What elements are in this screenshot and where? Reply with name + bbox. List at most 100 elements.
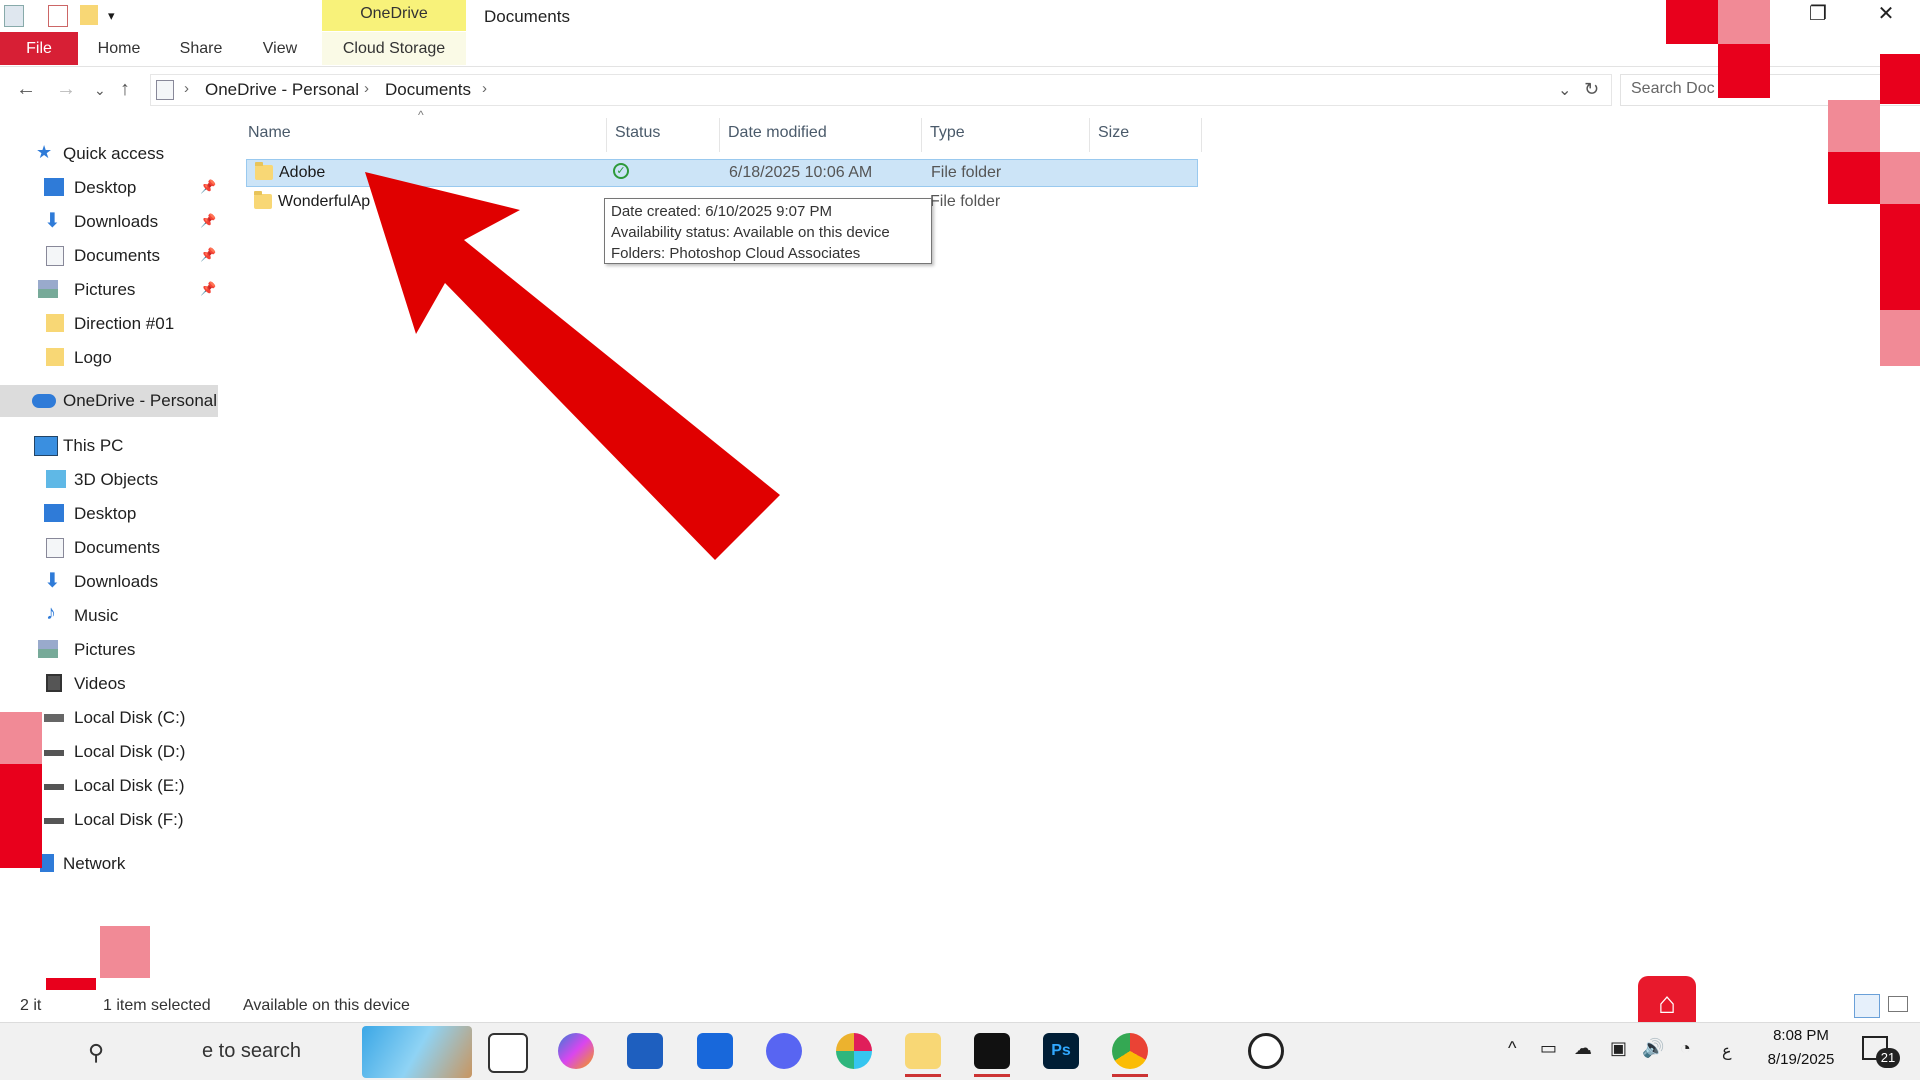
- pixel-decoration: [0, 712, 42, 764]
- network-icon: [40, 854, 54, 872]
- nav-pc-pictures[interactable]: Pictures: [0, 634, 218, 666]
- pixel-decoration: [100, 926, 150, 978]
- meet-now-icon[interactable]: ▣: [1610, 1038, 1627, 1059]
- folder-icon: [254, 191, 272, 209]
- nav-pc-desktop[interactable]: Desktop: [0, 498, 218, 530]
- column-header-status[interactable]: Status: [615, 118, 715, 148]
- pixel-decoration: [1828, 100, 1880, 152]
- tray-app-icon[interactable]: ▭: [1540, 1038, 1557, 1059]
- copilot-icon[interactable]: [558, 1033, 594, 1069]
- nav-pc-music[interactable]: ♪ Music: [0, 600, 218, 632]
- recent-locations-chevron-icon[interactable]: ⌄: [94, 82, 106, 99]
- nav-this-pc[interactable]: This PC: [0, 430, 218, 462]
- refresh-icon[interactable]: ↻: [1584, 79, 1599, 100]
- taskbar-search-box[interactable]: e to search: [202, 1040, 301, 1063]
- nav-quick-downloads[interactable]: ⬇ Downloads 📌: [0, 206, 218, 238]
- nav-label: This PC: [63, 436, 124, 455]
- column-header-type[interactable]: Type: [930, 118, 1080, 148]
- properties-icon[interactable]: [48, 5, 68, 27]
- column-header-date-modified[interactable]: Date modified: [728, 118, 918, 148]
- breadcrumb-onedrive[interactable]: OneDrive - Personal: [205, 80, 359, 100]
- chrome-icon[interactable]: [1112, 1033, 1148, 1077]
- tab-file[interactable]: File: [0, 32, 78, 65]
- column-divider[interactable]: [1201, 118, 1202, 152]
- search-icon[interactable]: ⚲: [88, 1040, 104, 1066]
- volume-icon[interactable]: 🔊: [1642, 1038, 1664, 1059]
- file-explorer-icon[interactable]: [905, 1033, 941, 1077]
- tab-cloud-storage[interactable]: Cloud Storage: [322, 32, 466, 65]
- title-bar: [0, 0, 1920, 32]
- column-divider[interactable]: [719, 118, 720, 152]
- nav-pc-3d-objects[interactable]: 3D Objects: [0, 464, 218, 496]
- show-hidden-icons-chevron-icon[interactable]: ^: [1508, 1038, 1516, 1059]
- nav-quick-direction-01[interactable]: Direction #01: [0, 308, 218, 340]
- tab-home[interactable]: Home: [88, 32, 150, 65]
- microsoft-store-icon[interactable]: [627, 1033, 663, 1069]
- column-divider[interactable]: [1089, 118, 1090, 152]
- desktop-icon: [44, 178, 64, 196]
- trello-icon[interactable]: [697, 1033, 733, 1069]
- nav-label: Logo: [74, 348, 112, 367]
- music-note-icon: ♪: [46, 602, 56, 624]
- up-arrow-icon[interactable]: ↑: [120, 78, 130, 101]
- file-name[interactable]: Adobe: [279, 164, 325, 182]
- breadcrumb-documents[interactable]: Documents: [385, 80, 471, 100]
- address-bar[interactable]: [150, 74, 1612, 106]
- search-highlight-image[interactable]: [362, 1026, 472, 1078]
- nav-label: Pictures: [74, 280, 136, 299]
- nav-quick-access[interactable]: ★ Quick access: [0, 138, 218, 170]
- pin-icon: 📌: [200, 247, 217, 262]
- drive-icon: [44, 784, 64, 790]
- desktop-icon: [44, 504, 64, 522]
- customize-qat-icon[interactable]: ▾: [108, 8, 115, 24]
- large-icons-view-icon[interactable]: [1888, 996, 1908, 1012]
- chatgpt-icon[interactable]: [1248, 1033, 1284, 1069]
- nav-label: Videos: [74, 674, 126, 693]
- column-header-name[interactable]: Name: [248, 118, 604, 148]
- nav-onedrive-personal[interactable]: OneDrive - Personal: [0, 385, 218, 417]
- photoshop-icon[interactable]: Ps: [1043, 1033, 1079, 1069]
- nav-pc-documents[interactable]: Documents: [0, 532, 218, 564]
- taskbar-clock[interactable]: 8:08 PM 8/19/2025: [1756, 1024, 1846, 1072]
- wifi-icon[interactable]: ◔: [1680, 1038, 1691, 1059]
- details-view-icon[interactable]: [1854, 994, 1880, 1018]
- column-header-size[interactable]: Size: [1098, 118, 1188, 148]
- davinci-resolve-icon[interactable]: [974, 1033, 1010, 1077]
- documents-location-icon: [156, 80, 174, 100]
- forward-arrow-icon[interactable]: →: [56, 78, 76, 101]
- nav-quick-logo[interactable]: Logo: [0, 342, 218, 374]
- nav-pc-videos[interactable]: Videos: [0, 668, 218, 700]
- nav-pc-downloads[interactable]: ⬇ Downloads: [0, 566, 218, 598]
- search-input[interactable]: Search Doc: [1631, 80, 1715, 98]
- task-view-icon[interactable]: [488, 1033, 528, 1073]
- file-type: File folder: [931, 164, 1002, 181]
- nav-quick-desktop[interactable]: Desktop 📌: [0, 172, 218, 204]
- computer-icon: [34, 436, 58, 456]
- nav-label: Desktop: [74, 178, 137, 197]
- cube-icon: [46, 470, 66, 488]
- nav-label: Downloads: [74, 212, 159, 231]
- pin-icon: 📌: [200, 213, 217, 228]
- nav-label: Documents: [74, 538, 160, 557]
- back-arrow-icon[interactable]: ←: [16, 78, 36, 101]
- input-language-indicator[interactable]: ع: [1722, 1041, 1732, 1061]
- pixel-decoration: [1880, 152, 1920, 204]
- nav-quick-documents[interactable]: Documents 📌: [0, 240, 218, 272]
- onedrive-cloud-icon[interactable]: ☁: [1574, 1038, 1592, 1059]
- tab-view[interactable]: View: [252, 32, 308, 65]
- nav-label: Pictures: [74, 640, 136, 659]
- restore-icon[interactable]: ❐: [1790, 0, 1846, 30]
- column-divider[interactable]: [606, 118, 607, 152]
- pixel-decoration: [1828, 152, 1880, 204]
- address-dropdown-icon[interactable]: ⌄: [1558, 80, 1571, 100]
- close-icon[interactable]: ✕: [1858, 0, 1914, 30]
- file-name[interactable]: WonderfulAp: [278, 193, 370, 211]
- tooltip-folders: Folders: Photoshop Cloud Associates: [611, 245, 861, 262]
- new-folder-icon[interactable]: [80, 5, 98, 25]
- discord-icon[interactable]: [766, 1033, 802, 1069]
- nav-quick-pictures[interactable]: Pictures 📌: [0, 274, 218, 306]
- explorer-app-icon[interactable]: [4, 5, 24, 27]
- tab-share[interactable]: Share: [170, 32, 232, 65]
- slack-icon[interactable]: [836, 1033, 872, 1069]
- column-divider[interactable]: [921, 118, 922, 152]
